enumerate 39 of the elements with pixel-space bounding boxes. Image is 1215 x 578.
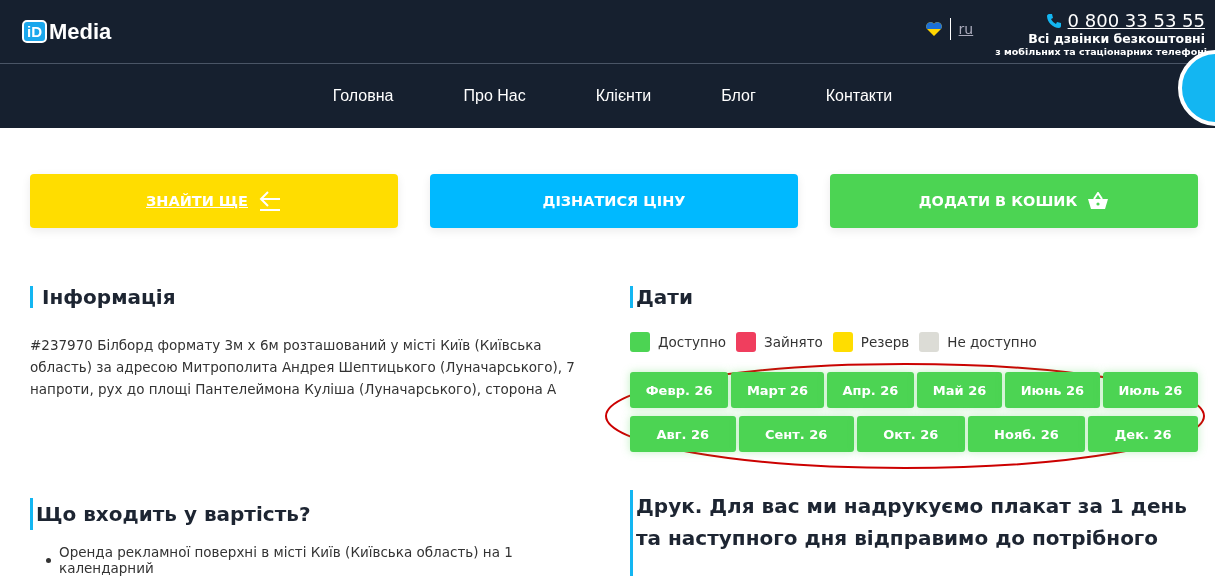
cart-button[interactable]: ДОДАТИ В КОШИК <box>830 174 1198 228</box>
list-item: Оренда рекламної поверхні в місті Київ (Київська область) на 1 календарний <box>59 544 514 576</box>
legend-label: Не доступно <box>947 334 1037 350</box>
phone-icon <box>1045 12 1062 29</box>
info-text: #237970 Білборд формату 3м х 6м розташований у місті Київ (Київська область) за адресою Митрополита Андрея Шептицького (Луначарського), 7 напроти, рух до площі Пантелеймона Куліша (Луначарського), сторона А <box>30 336 576 399</box>
legend-label: Зайнято <box>764 334 823 350</box>
date-chip[interactable]: Авг. 26 <box>630 416 736 452</box>
nav-link[interactable]: Контакти <box>825 87 893 105</box>
nav-link[interactable]: Блог <box>721 87 756 105</box>
date-chip[interactable]: Июнь 26 <box>1004 372 1100 408</box>
heart-icon[interactable] <box>925 21 942 36</box>
nav-link[interactable]: Головна <box>332 87 394 105</box>
phone-link[interactable]: 0 800 33 53 55 <box>1067 10 1205 31</box>
date-chip[interactable]: Дек. 26 <box>1088 416 1198 452</box>
logo-mark[interactable]: iD <box>22 20 47 43</box>
language-link[interactable]: ru <box>958 20 974 37</box>
basket-icon <box>1087 192 1110 210</box>
date-chip[interactable]: Сент. 26 <box>738 416 854 452</box>
price-button[interactable]: ДІЗНАТИСЯ ЦІНУ <box>430 174 798 228</box>
nav-link[interactable]: Клієнти <box>595 87 652 105</box>
date-chip[interactable]: Май 26 <box>917 372 1002 408</box>
date-chip[interactable]: Апр. 26 <box>826 372 915 408</box>
date-chip[interactable]: Февр. 26 <box>630 372 729 408</box>
date-chip[interactable]: Нояб. 26 <box>967 416 1086 452</box>
nav-link[interactable]: Про Нас <box>463 87 526 105</box>
phone-note: Всі дзвінки безкоштовні <box>1028 31 1205 46</box>
date-chip[interactable]: Июль 26 <box>1102 372 1198 408</box>
back-button[interactable]: ЗНАЙТИ ЩЕ <box>30 174 398 228</box>
date-chip[interactable]: Март 26 <box>731 372 824 408</box>
arrow-left-icon <box>258 190 282 212</box>
date-chip[interactable]: Окт. 26 <box>856 416 965 452</box>
logo-text[interactable]: Media <box>49 18 112 45</box>
section-title: Що входить у вартість? <box>30 498 600 530</box>
legend-label: Доступно <box>658 334 726 350</box>
section-title: Друк. Для вас ми надрукуємо плакат за 1 день та наступного дня відправимо до потрібного <box>630 490 1200 576</box>
legend-label: Резерв <box>860 334 910 350</box>
section-title: Інформація <box>30 286 600 308</box>
section-title: Дати <box>630 286 1198 308</box>
bullet-icon <box>46 557 51 563</box>
